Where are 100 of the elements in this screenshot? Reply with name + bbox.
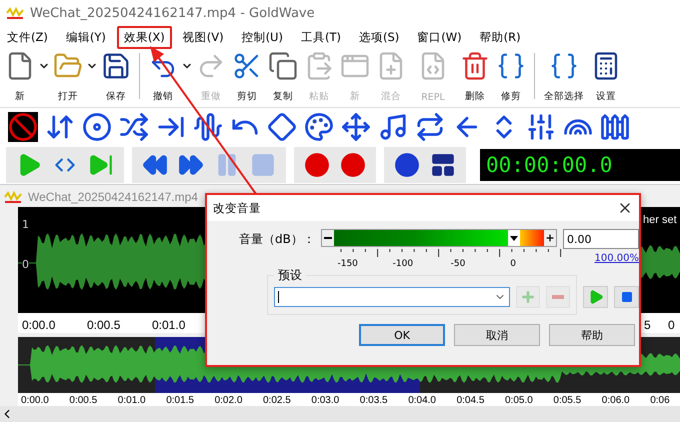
play-icon	[588, 289, 604, 305]
timeline-label: 0:03.0	[311, 395, 340, 406]
toolbar-button[interactable]: 修剪	[493, 51, 529, 103]
partial-text: her set	[643, 214, 677, 226]
dialog-button[interactable]: OK	[359, 324, 445, 346]
percent-link[interactable]: 100.00%	[594, 253, 639, 264]
menu-item[interactable]: 窗口(W)	[410, 26, 469, 48]
menu-item[interactable]: 选项(S)	[352, 26, 406, 48]
toolbar-button[interactable]: 全部选择	[540, 51, 588, 103]
braces-icon	[496, 51, 526, 81]
toolbar-icon-button[interactable]	[341, 112, 371, 142]
timeline-label: 0:06.0	[602, 395, 630, 406]
menu-item[interactable]: 效果(X)	[116, 26, 172, 48]
rewind-icon	[142, 152, 168, 178]
document-title: WeChat_20250424162147.mp4	[28, 190, 198, 204]
move-arrows-icon	[341, 112, 371, 142]
scale-label: -150	[337, 259, 358, 269]
fence-icon	[600, 112, 630, 142]
skip-forward-icon	[88, 152, 114, 178]
toolbar-button[interactable]: 打开	[50, 51, 86, 103]
toolbar-button[interactable]: 设置	[588, 51, 624, 103]
logo-icon	[6, 7, 24, 19]
timeline-label: 0:04.5	[456, 395, 484, 406]
timeline-label: 0:05.0	[505, 395, 533, 406]
diamond-icon	[267, 112, 297, 142]
window-title: WeChat_20250424162147.mp4 - GoldWave	[30, 6, 315, 20]
toolbar-button[interactable]: 删除	[457, 51, 493, 103]
waveform-icon	[193, 112, 223, 142]
toolbar-button[interactable]: 保存	[98, 51, 134, 103]
transport-button[interactable]	[178, 152, 204, 178]
fast-forward-icon	[178, 152, 204, 178]
toolbar-icon-button[interactable]	[304, 112, 334, 142]
timeline-label: 5	[644, 318, 651, 332]
menu-item[interactable]: 编辑(Y)	[58, 26, 113, 48]
window-layout-icon	[430, 152, 456, 178]
plus-icon	[520, 289, 536, 305]
timeline-label: 0:00.0	[22, 318, 56, 332]
timeline-label: 0	[668, 318, 675, 332]
scale-label: 0	[510, 259, 516, 269]
timeline-label: 0:01.0	[152, 318, 186, 332]
timeline-label: 0:00.5	[69, 395, 98, 406]
timeline-label: 0:03.5	[360, 395, 388, 406]
scrollbar[interactable]	[0, 406, 680, 422]
trash-icon	[460, 51, 490, 81]
increase-button[interactable]	[544, 230, 556, 246]
logo-icon	[4, 191, 22, 203]
toolbar-icon-button[interactable]	[193, 112, 223, 142]
dialog-title: 改变音量	[213, 200, 261, 216]
preview-stop-button[interactable]	[614, 286, 639, 308]
minus-icon	[324, 237, 332, 239]
volume-label: 音量（dB）：	[239, 231, 315, 248]
timeline-label: 0:05.5	[553, 395, 582, 406]
timeline-label: 0:00.5	[87, 318, 120, 332]
transport-button[interactable]	[430, 152, 456, 178]
decrease-button[interactable]	[322, 230, 334, 246]
copy-icon	[268, 51, 298, 81]
time-display: 00:00:00.0	[480, 149, 680, 181]
axis-label: 1	[22, 219, 29, 231]
record-selection-icon	[340, 152, 366, 178]
sliders-icon	[526, 112, 556, 142]
plus-icon	[545, 233, 555, 243]
scale-label: -50	[450, 259, 466, 269]
presets-label: 预设	[277, 267, 303, 284]
dialog-button[interactable]: 帮助	[549, 324, 635, 346]
timeline-label: 0:06	[650, 395, 670, 406]
timeline-label: 0:02.5	[263, 395, 291, 406]
toolbar-icon-button[interactable]	[267, 112, 297, 142]
toolbar-icon-button[interactable]	[8, 112, 38, 142]
slider-thumb[interactable]	[508, 230, 520, 246]
music-note-icon	[378, 112, 408, 142]
dialog-button[interactable]: 取消	[454, 324, 540, 346]
toolbar-button[interactable]: 新	[2, 51, 38, 103]
stop-icon	[250, 152, 276, 178]
palette-icon	[304, 112, 334, 142]
timeline-label: 0:02.0	[214, 395, 242, 406]
toolbar-icon-button[interactable]	[378, 112, 408, 142]
toolbar-icon-button[interactable]	[526, 112, 556, 142]
transport-button[interactable]	[142, 152, 168, 178]
menu-item[interactable]: 帮助(R)	[472, 26, 528, 48]
volume-slider[interactable]	[320, 229, 557, 247]
preset-combo[interactable]	[274, 287, 510, 307]
toolbar-button[interactable]: 复制	[265, 51, 301, 103]
menu-item[interactable]: 文件(Z)	[0, 26, 55, 48]
axis-label: 0	[22, 259, 29, 271]
toolbar-button[interactable]: 撤销	[145, 51, 181, 103]
toolbar-icon-button[interactable]	[119, 112, 149, 142]
toolbar-button[interactable]: 剪切	[229, 51, 265, 103]
toolbar-icon-button[interactable]	[82, 112, 112, 142]
ban-icon	[8, 112, 38, 142]
toolbar-icon-button[interactable]	[600, 112, 630, 142]
disc-icon	[82, 112, 112, 142]
toolbar-icon-button[interactable]	[415, 112, 445, 142]
menu-item[interactable]: 视图(V)	[176, 26, 231, 48]
menu-item[interactable]: 工具(T)	[294, 26, 348, 48]
repeat-icon	[415, 112, 445, 142]
menu-item[interactable]: 控制(U)	[234, 26, 290, 48]
timeline-label: 0:01.0	[118, 395, 146, 406]
record-icon	[304, 152, 330, 178]
braces-icon	[549, 51, 579, 81]
volume-input[interactable]: 0.00	[563, 229, 639, 249]
